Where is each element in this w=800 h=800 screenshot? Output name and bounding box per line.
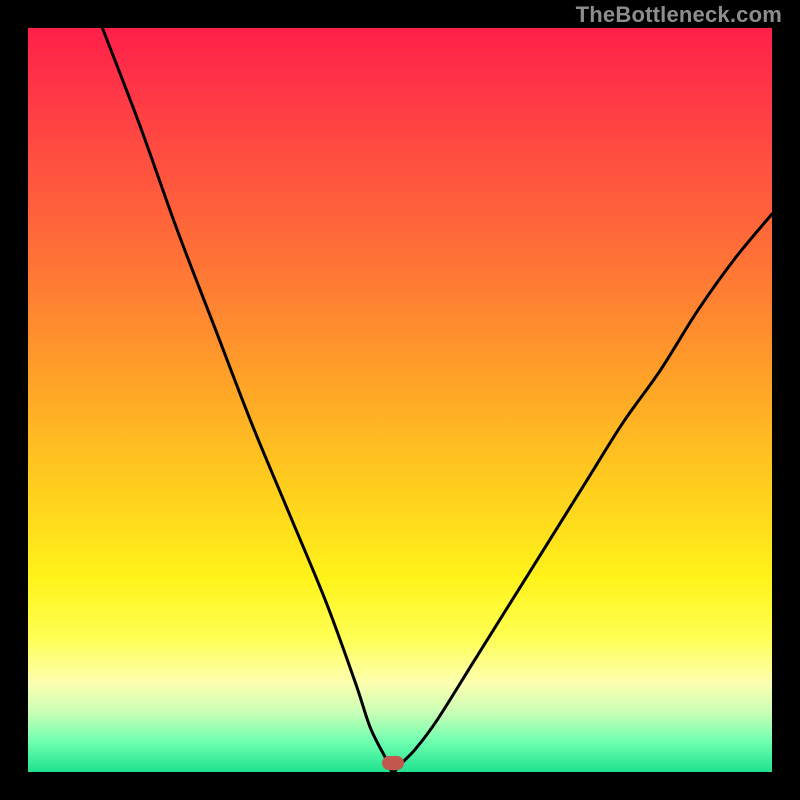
watermark-text: TheBottleneck.com — [576, 2, 782, 28]
chart-frame: TheBottleneck.com — [0, 0, 800, 800]
bottleneck-curve — [28, 28, 772, 772]
plot-area — [28, 28, 772, 772]
optimal-marker — [382, 756, 404, 770]
